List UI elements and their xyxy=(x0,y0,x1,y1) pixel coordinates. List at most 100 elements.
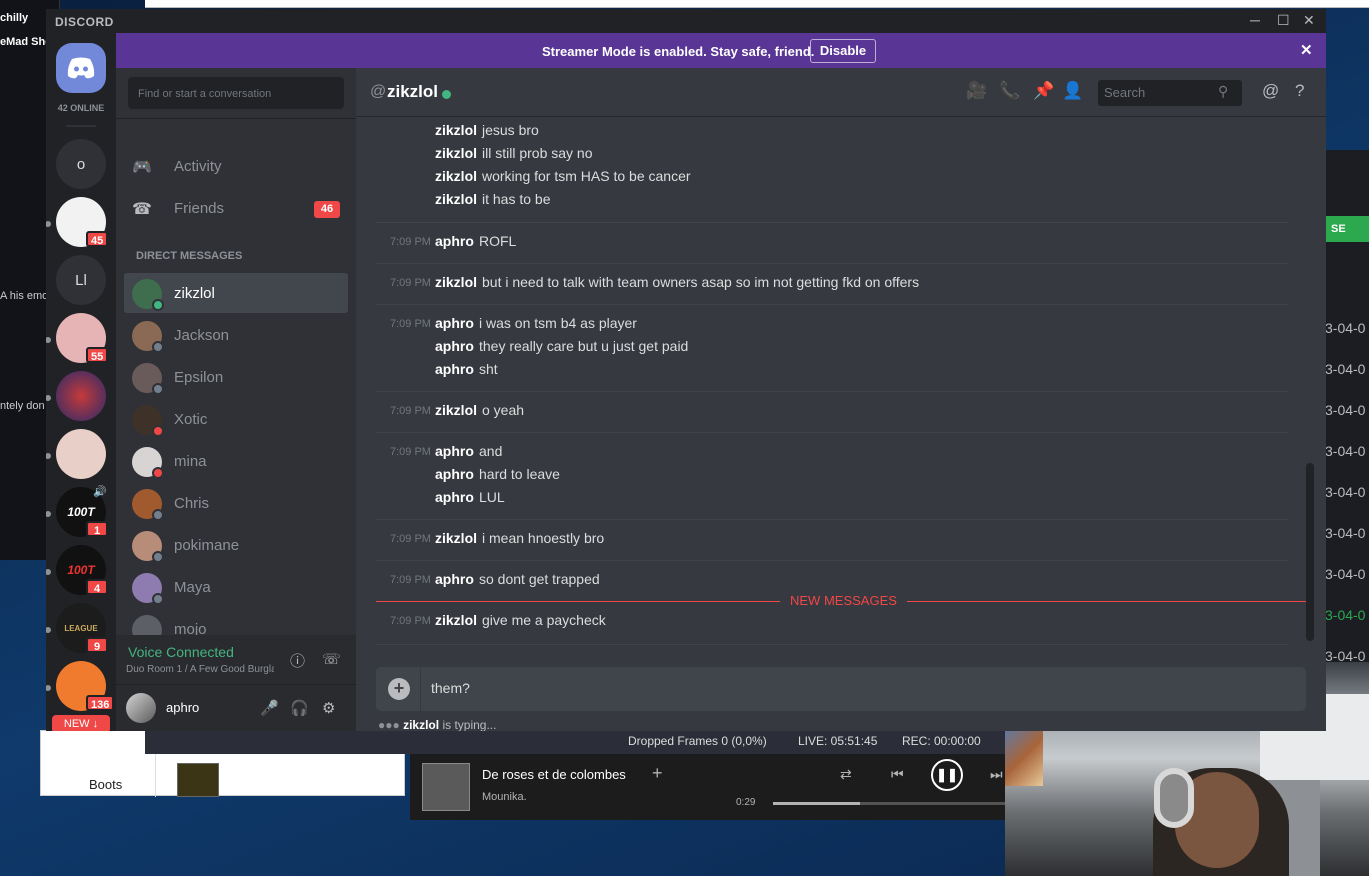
maximize-icon[interactable]: ☐ xyxy=(1277,12,1290,29)
message-author[interactable]: aphro xyxy=(435,466,474,482)
microphone-icon[interactable]: 🎤 xyxy=(260,699,279,717)
message-author[interactable]: zikzlol xyxy=(435,612,477,628)
new-messages-pill[interactable]: NEW ↓ xyxy=(52,715,110,731)
server-list: 42 ONLINE o 45 Ll 55 100T 🔊 1 100T 4 LEA… xyxy=(46,33,116,731)
item-thumbnail xyxy=(177,763,219,797)
info-icon[interactable]: ⓘ xyxy=(290,650,305,671)
next-icon[interactable]: ⏭ xyxy=(990,766,1003,783)
track-artist[interactable]: Mounika. xyxy=(482,791,527,803)
dm-item[interactable]: mojo xyxy=(124,609,348,635)
voice-room-label[interactable]: Duo Room 1 / A Few Good Burgla... xyxy=(126,664,274,675)
search-input[interactable]: Find or start a conversation xyxy=(128,77,344,109)
user-panel: aphro 🎤 🎧 ⚙ xyxy=(116,685,356,731)
help-icon[interactable]: ? xyxy=(1295,81,1304,101)
message-author[interactable]: aphro xyxy=(435,338,474,354)
bg-green-button[interactable]: SE xyxy=(1325,216,1369,242)
typing-indicator: ●●● zikzlol is typing... xyxy=(378,718,496,731)
progress-bar[interactable] xyxy=(773,802,1007,805)
add-friend-icon[interactable]: 👤 xyxy=(1062,81,1083,101)
message-text: ROFL xyxy=(479,233,517,249)
server-icon[interactable] xyxy=(56,429,106,479)
nav-friends[interactable]: ☎ Friends 46 xyxy=(132,194,342,224)
guild-separator xyxy=(66,125,96,127)
disconnect-icon[interactable]: ☏ xyxy=(322,650,341,668)
nav-activity[interactable]: 🎮 Activity xyxy=(132,152,342,182)
minimize-icon[interactable]: ─ xyxy=(1250,12,1260,28)
phone-call-icon[interactable]: 📞 xyxy=(999,81,1020,101)
settings-gear-icon[interactable]: ⚙ xyxy=(322,699,335,717)
message-author[interactable]: zikzlol xyxy=(435,122,477,138)
divider xyxy=(376,263,1288,264)
message-author[interactable]: aphro xyxy=(435,443,474,459)
typing-user: zikzlol xyxy=(403,718,440,731)
message-text: ill still prob say no xyxy=(482,145,593,161)
scrollbar[interactable] xyxy=(1306,463,1314,641)
voice-status-panel: Voice Connected Duo Room 1 / A Few Good … xyxy=(116,635,356,685)
message-author[interactable]: zikzlol xyxy=(435,530,477,546)
pause-button[interactable]: ❚❚ xyxy=(931,759,963,791)
message-text: LUL xyxy=(479,489,505,505)
dm-item[interactable]: Epsilon xyxy=(124,357,348,397)
shuffle-icon[interactable]: ⇄ xyxy=(840,766,852,783)
dm-item[interactable]: pokimane xyxy=(124,525,348,565)
message-group: 7:09 PM zikzlol give me a paycheck xyxy=(376,611,1288,634)
message-author[interactable]: aphro xyxy=(435,315,474,331)
track-title[interactable]: De roses et de colombes xyxy=(482,767,626,782)
status-indicator xyxy=(152,551,164,563)
message-text: and xyxy=(479,443,503,459)
headphones-icon[interactable]: 🎧 xyxy=(290,699,309,717)
message-group: 7:09 PM aphro and aphro hard to leave aphro… xyxy=(376,442,1288,511)
dm-name: Epsilon xyxy=(174,369,224,386)
server-icon[interactable]: o xyxy=(56,139,106,189)
close-icon[interactable]: ✕ xyxy=(1303,12,1315,29)
dm-item[interactable]: Maya xyxy=(124,567,348,607)
dm-item[interactable]: Xotic xyxy=(124,399,348,439)
message-author[interactable]: aphro xyxy=(435,571,474,587)
server-icon[interactable]: Ll xyxy=(56,255,106,305)
timestamp: 7:09 PM xyxy=(390,615,431,627)
message-author[interactable]: aphro xyxy=(435,489,474,505)
avatar[interactable] xyxy=(126,693,156,723)
video-call-icon[interactable]: 🎥 xyxy=(966,81,987,101)
message-list: zikzlol jesus bro zikzlol ill still prob s… xyxy=(376,118,1308,648)
timestamp: 7:09 PM xyxy=(390,405,431,417)
message-author[interactable]: zikzlol xyxy=(435,402,477,418)
message-text: they really care but u just get paid xyxy=(479,338,689,354)
message-author[interactable]: aphro xyxy=(435,361,474,377)
dm-name: Maya xyxy=(174,579,211,596)
previous-icon[interactable]: ⏮ xyxy=(891,766,904,783)
message-author[interactable]: zikzlol xyxy=(435,274,477,290)
dm-item[interactable]: mina xyxy=(124,441,348,481)
upload-plus-icon[interactable]: + xyxy=(388,678,410,700)
divider xyxy=(376,519,1288,520)
dm-item[interactable]: Jackson xyxy=(124,315,348,355)
add-icon[interactable]: + xyxy=(652,763,663,784)
pin-icon[interactable]: 📌 xyxy=(1033,81,1054,101)
message-author[interactable]: aphro xyxy=(435,233,474,249)
status-indicator xyxy=(152,341,164,353)
friends-icon: ☎ xyxy=(132,201,152,218)
new-messages-label: NEW MESSAGES xyxy=(780,593,907,608)
divider xyxy=(376,304,1288,305)
message-author[interactable]: zikzlol xyxy=(435,168,477,184)
timestamp: 7:09 PM xyxy=(390,318,431,330)
nav-label: Activity xyxy=(174,158,222,175)
mention-icon[interactable]: @ xyxy=(1262,81,1279,101)
message-input[interactable]: + them? xyxy=(376,667,1306,711)
typing-dots-icon: ●●● xyxy=(378,718,400,731)
close-banner-icon[interactable]: ✕ xyxy=(1300,41,1313,59)
message-author[interactable]: zikzlol xyxy=(435,191,477,207)
home-button[interactable] xyxy=(56,43,106,93)
discord-logo-icon xyxy=(67,57,95,79)
search-input[interactable]: Search ⚲ xyxy=(1098,80,1242,106)
obs-status-bar: Dropped Frames 0 (0,0%) LIVE: 05:51:45 R… xyxy=(145,730,1007,754)
server-icon[interactable] xyxy=(56,371,106,421)
dm-name: Xotic xyxy=(174,411,208,428)
dm-item[interactable]: zikzlol xyxy=(124,273,348,313)
dm-item[interactable]: Chris xyxy=(124,483,348,523)
dm-name: Jackson xyxy=(174,327,230,344)
message-author[interactable]: zikzlol xyxy=(435,145,477,161)
message-input-value[interactable]: them? xyxy=(431,680,470,696)
disable-button[interactable]: Disable xyxy=(810,39,876,63)
app-title: DISCORD xyxy=(55,15,114,29)
